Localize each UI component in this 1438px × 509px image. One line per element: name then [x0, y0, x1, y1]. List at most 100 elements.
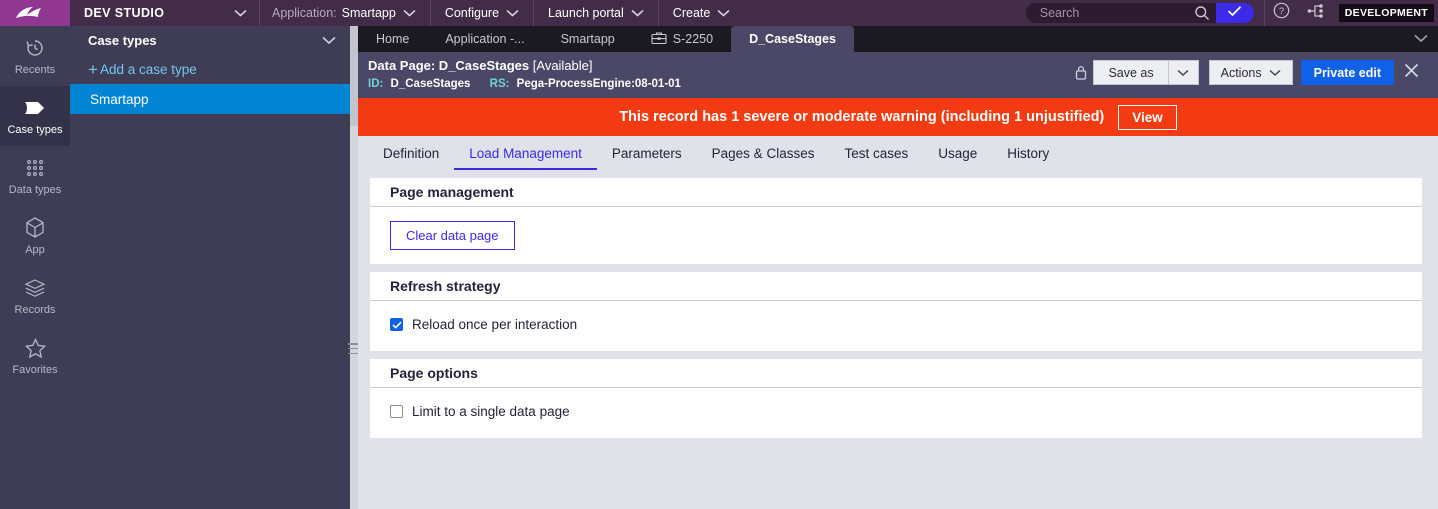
window-tab-label: S-2250 — [672, 32, 714, 46]
record-id-key: ID: — [368, 78, 384, 90]
actions-label: Actions — [1220, 65, 1262, 80]
window-tab-label: D_CaseStages — [749, 32, 836, 46]
pega-logo[interactable] — [0, 0, 70, 26]
application-value: Smartapp — [341, 6, 396, 20]
window-tab-label: Smartapp — [560, 32, 615, 46]
tab-label: History — [1007, 145, 1050, 161]
rail-item-records[interactable]: Records — [0, 266, 70, 326]
window-tab-smartapp[interactable]: Smartapp — [543, 26, 633, 52]
load-management-content: Page management Clear data page Refresh … — [358, 170, 1438, 438]
limit-single-data-page-checkbox[interactable] — [390, 405, 403, 418]
plus-icon: + — [88, 59, 98, 79]
window-tab-d-casestages[interactable]: D_CaseStages — [731, 26, 854, 52]
panel-title: Refresh strategy — [370, 272, 1422, 301]
application-label: Application: — [272, 6, 337, 20]
page-title-text: Data Page: D_CaseStages — [368, 58, 530, 73]
actions-button[interactable]: Actions — [1208, 60, 1293, 85]
rail-item-case-types[interactable]: Case types — [0, 86, 70, 146]
reload-once-per-interaction-label: Reload once per interaction — [412, 317, 578, 332]
left-icon-rail: Recents Case types Data types App Record… — [0, 26, 70, 509]
search-input[interactable] — [1039, 6, 1180, 20]
sidebar-title: Case types — [88, 32, 157, 48]
nodes-button[interactable] — [1299, 0, 1333, 26]
save-as-dropdown-button[interactable] — [1168, 60, 1199, 85]
chevron-down-icon[interactable] — [322, 33, 336, 48]
tab-parameters[interactable]: Parameters — [597, 136, 697, 170]
chevron-down-icon — [1414, 30, 1428, 48]
rail-item-app[interactable]: App — [0, 206, 70, 266]
window-tab-home[interactable]: Home — [358, 26, 427, 52]
menu-launch-portal[interactable]: Launch portal — [534, 0, 658, 26]
application-selector[interactable]: Smartapp — [342, 0, 430, 26]
dev-studio-label: DEV STUDIO — [84, 6, 165, 20]
menu-configure[interactable]: Configure — [431, 0, 533, 26]
history-clock-icon — [24, 36, 46, 60]
sidebar-scrollbar-thumb[interactable] — [350, 26, 358, 126]
chevron-down-icon — [506, 9, 519, 17]
search-box[interactable] — [1025, 3, 1216, 23]
reload-once-per-interaction-row[interactable]: Reload once per interaction — [390, 315, 1402, 332]
tab-pages-and-classes[interactable]: Pages & Classes — [697, 136, 830, 170]
close-record-button[interactable] — [1394, 62, 1428, 84]
dev-studio-switcher[interactable]: DEV STUDIO — [70, 0, 260, 26]
rail-item-favorites[interactable]: Favorites — [0, 326, 70, 386]
tab-definition[interactable]: Definition — [368, 136, 454, 170]
clear-data-page-button[interactable]: Clear data page — [390, 221, 515, 250]
data-grid-dots-icon — [24, 156, 46, 180]
lock-icon[interactable] — [1069, 64, 1093, 81]
limit-single-data-page-row[interactable]: Limit to a single data page — [390, 402, 1402, 419]
tab-test-cases[interactable]: Test cases — [829, 136, 923, 170]
tab-label: Definition — [383, 145, 440, 161]
tab-label: Pages & Classes — [711, 145, 815, 161]
tab-label: Parameters — [611, 145, 682, 161]
help-button[interactable]: ? — [1265, 0, 1299, 26]
record-action-group: Save as Actions Private edit — [1069, 60, 1428, 85]
tab-label: Test cases — [844, 145, 909, 161]
panel-title: Page options — [370, 359, 1422, 388]
rail-item-label: Data types — [8, 184, 62, 196]
top-navigation-bar: DEV STUDIO Application: Smartapp Configu… — [0, 0, 1438, 26]
add-case-type-button[interactable]: + Add a case type — [70, 54, 350, 84]
private-edit-button[interactable]: Private edit — [1300, 60, 1394, 85]
tab-label: Usage — [938, 145, 978, 161]
panel-body: Reload once per interaction — [370, 301, 1422, 351]
top-bar-right-group: ? DEVELOPMENT — [1025, 0, 1438, 26]
check-icon — [1227, 4, 1242, 22]
main-work-area: Home Application -... Smartapp S-2250 D_… — [358, 26, 1438, 509]
window-tab-application[interactable]: Application -... — [427, 26, 542, 52]
rail-item-recents[interactable]: Recents — [0, 26, 70, 86]
search-submit-button[interactable] — [1215, 3, 1254, 23]
star-icon — [24, 336, 47, 360]
rail-item-data-types[interactable]: Data types — [0, 146, 70, 206]
menu-label: Configure — [444, 6, 500, 20]
search-icon[interactable] — [1194, 5, 1210, 21]
close-icon — [1403, 62, 1420, 84]
warning-view-button[interactable]: View — [1118, 104, 1177, 130]
svg-text:?: ? — [1279, 6, 1284, 17]
chevron-down-icon — [717, 9, 730, 17]
sidebar-scrollbar[interactable] — [350, 26, 358, 509]
window-tab-label: Application -... — [445, 32, 525, 46]
rail-item-label: Recents — [14, 64, 56, 76]
record-header: Data Page: D_CaseStages [Available] ID: … — [358, 52, 1438, 98]
reload-once-per-interaction-checkbox[interactable] — [390, 318, 403, 331]
panel-page-management: Page management Clear data page — [370, 178, 1422, 264]
save-as-button[interactable]: Save as — [1093, 60, 1169, 85]
panel-body: Limit to a single data page — [370, 388, 1422, 438]
tab-usage[interactable]: Usage — [923, 136, 992, 170]
sidebar-item-smartapp[interactable]: Smartapp — [70, 84, 350, 114]
window-tab-s-2250[interactable]: S-2250 — [633, 26, 731, 52]
tab-load-management[interactable]: Load Management — [454, 136, 597, 170]
case-type-flag-icon — [22, 96, 48, 120]
chevron-down-icon — [1269, 66, 1281, 80]
menu-create[interactable]: Create — [659, 0, 745, 26]
rail-item-label: Records — [14, 304, 56, 316]
briefcase-case-icon — [651, 31, 667, 48]
warning-banner-text: This record has 1 severe or moderate war… — [619, 109, 1105, 125]
tab-history[interactable]: History — [992, 136, 1064, 170]
panel-page-options: Page options Limit to a single data page — [370, 359, 1422, 438]
window-tab-overflow-button[interactable] — [1414, 26, 1428, 52]
menu-label: Create — [672, 6, 711, 20]
panel-body: Clear data page — [370, 207, 1422, 264]
warning-banner: This record has 1 severe or moderate war… — [358, 98, 1438, 136]
